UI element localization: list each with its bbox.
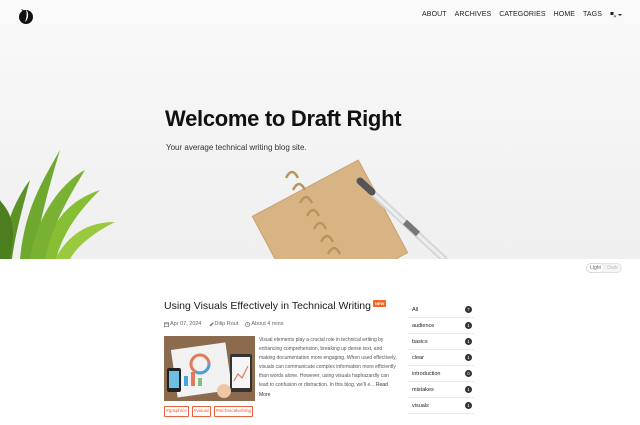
theme-dark-option[interactable]: Dark bbox=[604, 264, 621, 272]
hero-banner: ABOUT ARCHIVES CATEGORIES HOME TAGS A We… bbox=[0, 0, 640, 259]
category-label: introduction bbox=[412, 370, 441, 377]
post-meta: Apr 07, 2024 Dilip Rout About 4 mins bbox=[164, 321, 283, 327]
tag-visual[interactable]: #visual bbox=[191, 406, 211, 417]
post-read-time-text: About 4 mins bbox=[251, 321, 284, 327]
main-nav: ABOUT ARCHIVES CATEGORIES HOME TAGS A bbox=[422, 11, 622, 18]
post-read-time: About 4 mins bbox=[245, 321, 283, 327]
new-badge: NEW bbox=[373, 300, 387, 307]
category-count: 7 bbox=[465, 306, 472, 313]
category-item-basics[interactable]: basics 1 bbox=[408, 334, 474, 350]
theme-light-option[interactable]: Light bbox=[587, 264, 604, 272]
category-item-visuals[interactable]: visuals 1 bbox=[408, 398, 474, 414]
post-date: Apr 07, 2024 bbox=[164, 321, 202, 327]
category-label: All bbox=[412, 306, 419, 313]
category-label: basics bbox=[412, 338, 428, 345]
nav-about[interactable]: ABOUT bbox=[422, 11, 447, 18]
post-thumbnail[interactable] bbox=[164, 336, 255, 401]
category-item-all[interactable]: All 7 bbox=[408, 302, 474, 318]
svg-text:A: A bbox=[614, 14, 617, 19]
category-count: 1 bbox=[465, 402, 472, 409]
post-author-text[interactable]: Dilip Rout bbox=[215, 321, 239, 327]
language-icon: A bbox=[610, 12, 617, 19]
post-card: Using Visuals Effectively in Technical W… bbox=[164, 300, 404, 417]
post-tags: #graphics #visual #technicalwriting bbox=[164, 406, 254, 417]
category-count: 0 bbox=[465, 370, 472, 377]
post-excerpt: Visual elements play a crucial role in t… bbox=[259, 336, 399, 400]
tag-graphics[interactable]: #graphics bbox=[164, 406, 189, 417]
category-item-audience[interactable]: audience 1 bbox=[408, 318, 474, 334]
clock-icon bbox=[245, 321, 251, 327]
category-label: mistakes bbox=[412, 386, 434, 393]
post-title-row: Using Visuals Effectively in Technical W… bbox=[164, 300, 404, 312]
nav-categories[interactable]: CATEGORIES bbox=[499, 11, 545, 18]
post-title-link[interactable]: Using Visuals Effectively in Technical W… bbox=[164, 300, 371, 312]
category-count: 1 bbox=[465, 386, 472, 393]
nav-archives[interactable]: ARCHIVES bbox=[455, 11, 492, 18]
post-date-text: Apr 07, 2024 bbox=[170, 321, 202, 327]
category-item-mistakes[interactable]: mistakes 1 bbox=[408, 382, 474, 398]
calendar-icon bbox=[164, 322, 169, 327]
category-label: visuals bbox=[412, 402, 429, 409]
category-list: All 7 audience 1 basics 1 clear 1 introd… bbox=[408, 302, 474, 414]
post-excerpt-text: Visual elements play a crucial role in t… bbox=[259, 337, 397, 389]
site-logo-icon[interactable] bbox=[18, 7, 34, 25]
category-label: audience bbox=[412, 322, 435, 329]
theme-toggle[interactable]: Light Dark bbox=[586, 263, 622, 273]
nav-home[interactable]: HOME bbox=[554, 11, 575, 18]
post-author: Dilip Rout bbox=[209, 321, 239, 327]
language-selector[interactable]: A bbox=[610, 11, 622, 18]
category-label: clear bbox=[412, 354, 424, 361]
hero-title: Welcome to Draft Right bbox=[165, 106, 402, 131]
pencil-icon bbox=[209, 321, 214, 326]
category-count: 1 bbox=[465, 354, 472, 361]
nav-tags[interactable]: TAGS bbox=[583, 11, 602, 18]
hero-subtitle: Your average technical writing blog site… bbox=[166, 143, 307, 152]
category-count: 1 bbox=[465, 322, 472, 329]
category-item-introduction[interactable]: introduction 0 bbox=[408, 366, 474, 382]
tag-technicalwriting[interactable]: #technicalwriting bbox=[213, 406, 254, 417]
chevron-down-icon bbox=[618, 13, 622, 16]
category-item-clear[interactable]: clear 1 bbox=[408, 350, 474, 366]
category-count: 1 bbox=[465, 338, 472, 345]
